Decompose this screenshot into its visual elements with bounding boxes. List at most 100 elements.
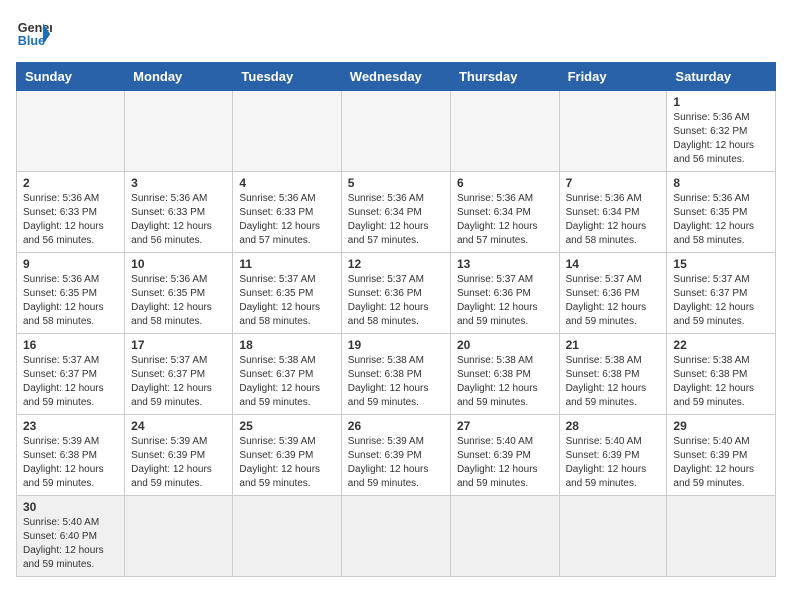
day-number: 18: [239, 338, 334, 352]
day-info: Sunrise: 5:36 AMSunset: 6:33 PMDaylight:…: [131, 192, 226, 248]
day-cell: 22 Sunrise: 5:38 AMSunset: 6:38 PMDayligh…: [667, 334, 776, 415]
day-cell: [559, 91, 667, 172]
day-info: Sunrise: 5:36 AMSunset: 6:35 PMDaylight:…: [673, 192, 769, 248]
header-tuesday: Tuesday: [233, 63, 341, 91]
day-info: Sunrise: 5:39 AMSunset: 6:39 PMDaylight:…: [239, 435, 334, 491]
day-cell: 21 Sunrise: 5:38 AMSunset: 6:38 PMDayligh…: [559, 334, 667, 415]
day-cell: 19 Sunrise: 5:38 AMSunset: 6:38 PMDayligh…: [341, 334, 450, 415]
day-number: 11: [239, 257, 334, 271]
day-number: 7: [566, 176, 661, 190]
header-sunday: Sunday: [17, 63, 125, 91]
day-cell: 15 Sunrise: 5:37 AMSunset: 6:37 PMDayligh…: [667, 253, 776, 334]
day-info: Sunrise: 5:38 AMSunset: 6:38 PMDaylight:…: [457, 354, 553, 410]
day-cell: 24Sunrise: 5:39 AMSunset: 6:39 PMDayligh…: [125, 415, 233, 496]
day-cell: 7 Sunrise: 5:36 AMSunset: 6:34 PMDaylight…: [559, 172, 667, 253]
day-number: 30: [23, 500, 118, 514]
svg-text:Blue: Blue: [18, 34, 45, 48]
day-number: 27: [457, 419, 553, 433]
day-cell: 20 Sunrise: 5:38 AMSunset: 6:38 PMDayligh…: [450, 334, 559, 415]
day-info: Sunrise: 5:36 AMSunset: 6:35 PMDaylight:…: [131, 273, 226, 329]
day-cell: 8Sunrise: 5:36 AMSunset: 6:35 PMDaylight…: [667, 172, 776, 253]
day-cell: 12Sunrise: 5:37 AMSunset: 6:36 PMDayligh…: [341, 253, 450, 334]
day-cell: 5 Sunrise: 5:36 AMSunset: 6:34 PMDaylight…: [341, 172, 450, 253]
header: General Blue: [16, 16, 776, 52]
day-number: 23: [23, 419, 118, 433]
day-number: 22: [673, 338, 769, 352]
day-info: Sunrise: 5:38 AMSunset: 6:38 PMDaylight:…: [673, 354, 769, 410]
week-row-5: 23 Sunrise: 5:39 AMSunset: 6:38 PMDayligh…: [17, 415, 776, 496]
day-info: Sunrise: 5:36 AMSunset: 6:33 PMDaylight:…: [23, 192, 118, 248]
day-info: Sunrise: 5:36 AMSunset: 6:34 PMDaylight:…: [566, 192, 661, 248]
header-friday: Friday: [559, 63, 667, 91]
day-info: Sunrise: 5:37 AMSunset: 6:37 PMDaylight:…: [23, 354, 118, 410]
day-cell: [17, 91, 125, 172]
day-number: 29: [673, 419, 769, 433]
day-number: 24: [131, 419, 226, 433]
day-cell: 4 Sunrise: 5:36 AMSunset: 6:33 PMDaylight…: [233, 172, 341, 253]
day-number: 20: [457, 338, 553, 352]
day-cell: [450, 496, 559, 577]
day-info: Sunrise: 5:39 AMSunset: 6:38 PMDaylight:…: [23, 435, 118, 491]
day-info: Sunrise: 5:36 AMSunset: 6:34 PMDaylight:…: [457, 192, 553, 248]
day-cell: [341, 496, 450, 577]
day-number: 3: [131, 176, 226, 190]
day-info: Sunrise: 5:36 AMSunset: 6:33 PMDaylight:…: [239, 192, 334, 248]
day-number: 1: [673, 95, 769, 109]
day-number: 28: [566, 419, 661, 433]
day-number: 12: [348, 257, 444, 271]
week-row-1: 1Sunrise: 5:36 AMSunset: 6:32 PMDaylight…: [17, 91, 776, 172]
day-cell: 23 Sunrise: 5:39 AMSunset: 6:38 PMDayligh…: [17, 415, 125, 496]
day-number: 15: [673, 257, 769, 271]
day-info: Sunrise: 5:40 AMSunset: 6:40 PMDaylight:…: [23, 516, 118, 572]
day-info: Sunrise: 5:37 AMSunset: 6:37 PMDaylight:…: [131, 354, 226, 410]
week-row-4: 16 Sunrise: 5:37 AMSunset: 6:37 PMDayligh…: [17, 334, 776, 415]
day-number: 17: [131, 338, 226, 352]
day-number: 6: [457, 176, 553, 190]
day-cell: 26 Sunrise: 5:39 AMSunset: 6:39 PMDayligh…: [341, 415, 450, 496]
day-number: 16: [23, 338, 118, 352]
day-cell: [233, 496, 341, 577]
day-info: Sunrise: 5:37 AMSunset: 6:37 PMDaylight:…: [673, 273, 769, 329]
calendar-header-row: SundayMondayTuesdayWednesdayThursdayFrid…: [17, 63, 776, 91]
day-cell: 11 Sunrise: 5:37 AMSunset: 6:35 PMDayligh…: [233, 253, 341, 334]
day-number: 26: [348, 419, 444, 433]
day-info: Sunrise: 5:38 AMSunset: 6:38 PMDaylight:…: [348, 354, 444, 410]
day-info: Sunrise: 5:40 AMSunset: 6:39 PMDaylight:…: [566, 435, 661, 491]
day-number: 13: [457, 257, 553, 271]
day-number: 25: [239, 419, 334, 433]
day-info: Sunrise: 5:39 AMSunset: 6:39 PMDaylight:…: [348, 435, 444, 491]
day-info: Sunrise: 5:40 AMSunset: 6:39 PMDaylight:…: [673, 435, 769, 491]
day-cell: [450, 91, 559, 172]
day-cell: 16 Sunrise: 5:37 AMSunset: 6:37 PMDayligh…: [17, 334, 125, 415]
day-number: 4: [239, 176, 334, 190]
day-cell: 29 Sunrise: 5:40 AMSunset: 6:39 PMDayligh…: [667, 415, 776, 496]
day-cell: 2 Sunrise: 5:36 AMSunset: 6:33 PMDaylight…: [17, 172, 125, 253]
day-info: Sunrise: 5:36 AMSunset: 6:35 PMDaylight:…: [23, 273, 118, 329]
day-cell: 9 Sunrise: 5:36 AMSunset: 6:35 PMDaylight…: [17, 253, 125, 334]
day-cell: 18 Sunrise: 5:38 AMSunset: 6:37 PMDayligh…: [233, 334, 341, 415]
day-cell: [341, 91, 450, 172]
day-cell: 14Sunrise: 5:37 AMSunset: 6:36 PMDayligh…: [559, 253, 667, 334]
day-cell: [125, 496, 233, 577]
calendar-table: SundayMondayTuesdayWednesdayThursdayFrid…: [16, 62, 776, 577]
day-cell: [559, 496, 667, 577]
day-cell: 10Sunrise: 5:36 AMSunset: 6:35 PMDayligh…: [125, 253, 233, 334]
day-number: 19: [348, 338, 444, 352]
day-info: Sunrise: 5:37 AMSunset: 6:35 PMDaylight:…: [239, 273, 334, 329]
day-cell: [667, 496, 776, 577]
logo: General Blue: [16, 16, 52, 52]
day-number: 21: [566, 338, 661, 352]
week-row-3: 9 Sunrise: 5:36 AMSunset: 6:35 PMDaylight…: [17, 253, 776, 334]
day-cell: 1Sunrise: 5:36 AMSunset: 6:32 PMDaylight…: [667, 91, 776, 172]
day-info: Sunrise: 5:38 AMSunset: 6:37 PMDaylight:…: [239, 354, 334, 410]
day-number: 5: [348, 176, 444, 190]
day-cell: 28 Sunrise: 5:40 AMSunset: 6:39 PMDayligh…: [559, 415, 667, 496]
day-cell: 17 Sunrise: 5:37 AMSunset: 6:37 PMDayligh…: [125, 334, 233, 415]
day-number: 2: [23, 176, 118, 190]
day-info: Sunrise: 5:36 AMSunset: 6:34 PMDaylight:…: [348, 192, 444, 248]
day-cell: 3 Sunrise: 5:36 AMSunset: 6:33 PMDaylight…: [125, 172, 233, 253]
day-number: 9: [23, 257, 118, 271]
day-info: Sunrise: 5:37 AMSunset: 6:36 PMDaylight:…: [457, 273, 553, 329]
day-info: Sunrise: 5:38 AMSunset: 6:38 PMDaylight:…: [566, 354, 661, 410]
day-cell: 6 Sunrise: 5:36 AMSunset: 6:34 PMDaylight…: [450, 172, 559, 253]
